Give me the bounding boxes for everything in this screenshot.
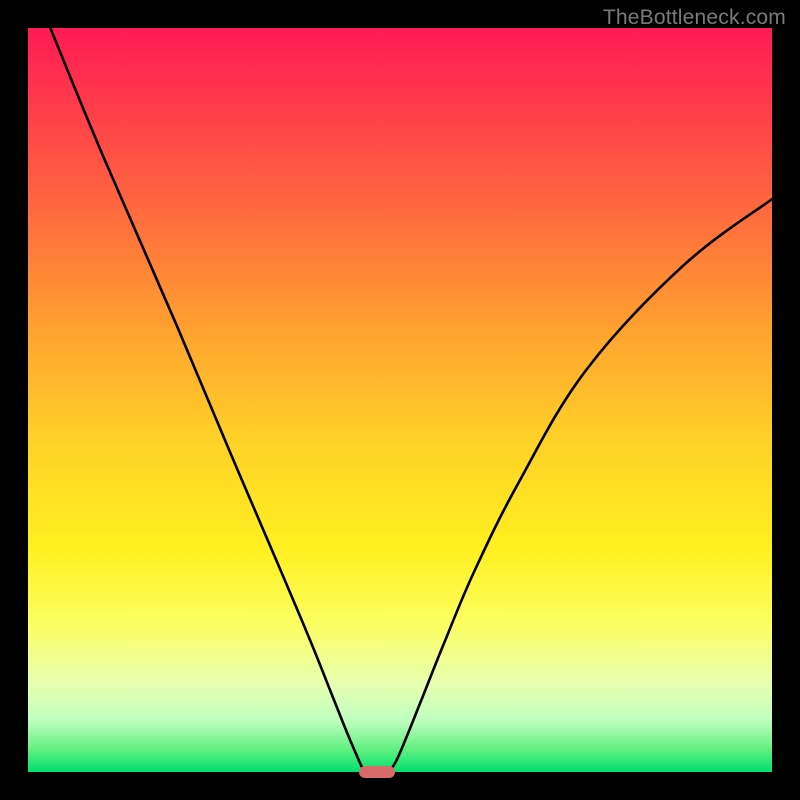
plot-area xyxy=(28,28,772,772)
curve-right-branch xyxy=(389,199,772,772)
curve-layer xyxy=(28,28,772,772)
bottleneck-marker xyxy=(359,766,395,778)
curve-left-branch xyxy=(50,28,364,772)
watermark-text: TheBottleneck.com xyxy=(603,6,786,30)
outer-frame: TheBottleneck.com xyxy=(0,0,800,800)
